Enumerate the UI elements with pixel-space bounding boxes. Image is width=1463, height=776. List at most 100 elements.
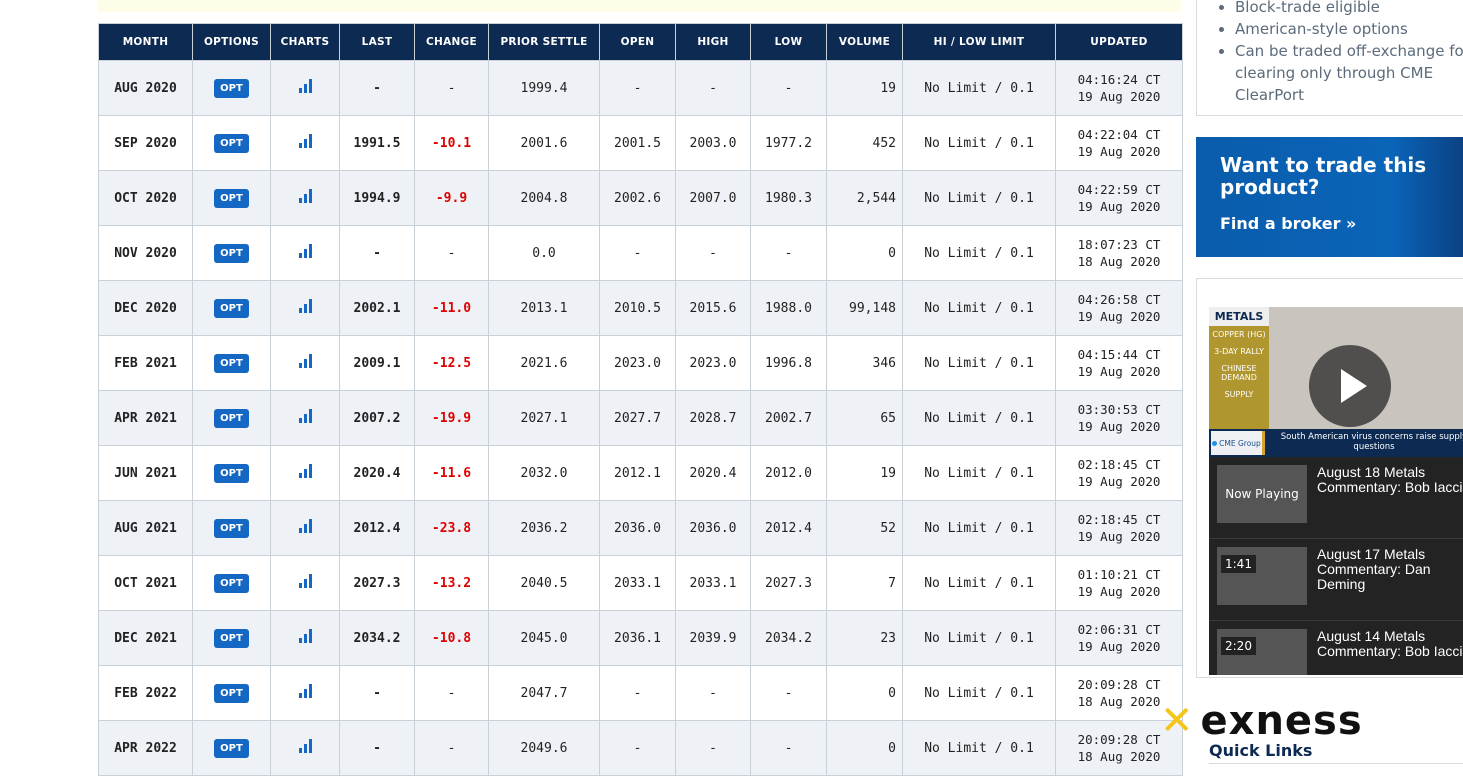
updated-date: 19 Aug 2020 [1077,89,1161,104]
updated-time: 04:16:24 CT [1077,72,1161,87]
options-cell: OPT [192,610,271,666]
volume-cell: 2,544 [826,170,903,226]
low-cell: 1980.3 [750,170,827,226]
column-header: HI / LOW LIMIT [902,23,1056,61]
updated-date: 19 Aug 2020 [1077,474,1161,489]
opt-button[interactable]: OPT [214,408,249,428]
tag-item: COPPER (HG) [1212,330,1266,339]
video-thumbnail[interactable]: 2:20 [1217,629,1307,675]
video-thumbnail[interactable]: 1:41 [1217,547,1307,605]
updated-time: 02:18:45 CT [1077,512,1161,527]
playlist-item[interactable]: 2:20 August 14 Metals Commentary: Bob Iac… [1209,621,1463,675]
opt-button[interactable]: OPT [214,573,249,593]
options-cell: OPT [192,500,271,556]
options-cell: OPT [192,170,271,226]
bar-chart-icon[interactable] [298,464,312,478]
bar-chart-icon[interactable] [298,519,312,533]
charts-cell [270,115,340,171]
table-row: APR 2022 OPT - -2049.6- - -0 No Limit / 0.1 20:… [98,720,1183,776]
bar-chart-icon[interactable] [298,409,312,423]
volume-cell: 346 [826,335,903,391]
updated-date: 19 Aug 2020 [1077,529,1161,544]
change-cell: -9.9 [414,170,489,226]
bar-chart-icon[interactable] [298,134,312,148]
updated-time: 03:30:53 CT [1077,402,1161,417]
charts-cell [270,445,340,501]
column-header: CHANGE [414,23,489,61]
volume-cell: 99,148 [826,280,903,336]
bar-chart-icon[interactable] [298,299,312,313]
volume-cell: 19 [826,445,903,501]
bar-chart-icon[interactable] [298,739,312,753]
high-cell: - [675,225,751,281]
updated-time: 04:15:44 CT [1077,347,1161,362]
change-cell: -10.8 [414,610,489,666]
high-cell: 2036.0 [675,500,751,556]
options-cell: OPT [192,555,271,611]
opt-button[interactable]: OPT [214,518,249,538]
bar-chart-icon[interactable] [298,574,312,588]
updated-time: 02:06:31 CT [1077,622,1161,637]
bar-chart-icon[interactable] [298,79,312,93]
video-thumbnail[interactable]: Now Playing [1217,465,1307,523]
updated-time: 18:07:23 CT [1077,237,1161,252]
open-cell: 2001.5 [599,115,676,171]
column-header: MONTH [98,23,193,61]
opt-button[interactable]: OPT [214,738,249,758]
charts-cell [270,335,340,391]
updated-cell: 04:22:59 CT 19 Aug 2020 [1055,170,1183,226]
opt-button[interactable]: OPT [214,463,249,483]
opt-button[interactable]: OPT [214,243,249,263]
video-player[interactable]: METALS COPPER (HG) 3-DAY RALLY CHINESE DEMA… [1209,307,1463,457]
charts-cell [270,170,340,226]
change-cell: - [414,60,489,116]
opt-button[interactable]: OPT [214,628,249,648]
options-cell: OPT [192,335,271,391]
updated-date: 19 Aug 2020 [1077,364,1161,379]
notice-bar [98,0,1181,12]
month-cell: OCT 2020 [98,170,193,226]
opt-button[interactable]: OPT [214,298,249,318]
bar-chart-icon[interactable] [298,684,312,698]
opt-button[interactable]: OPT [214,133,249,153]
last-cell: 2002.1 [339,280,415,336]
opt-button[interactable]: OPT [214,188,249,208]
find-broker-ad[interactable]: Want to trade this product? Find a broke… [1196,137,1463,257]
charts-cell [270,665,340,721]
prior-settle-cell: 2040.5 [488,555,600,611]
table-row: AUG 2020 OPT - -1999.4- - -19 No Limit / 0.1 04… [98,60,1183,116]
bar-chart-icon[interactable] [298,189,312,203]
table-row: DEC 2021 OPT 2034.2 -10.8 2045.0 2036.1 2039.9… [98,610,1183,666]
options-cell: OPT [192,390,271,446]
limit-cell: No Limit / 0.1 [902,115,1056,171]
bar-chart-icon[interactable] [298,354,312,368]
opt-button[interactable]: OPT [214,683,249,703]
last-cell: - [339,225,415,281]
opt-button[interactable]: OPT [214,78,249,98]
low-cell: 2034.2 [750,610,827,666]
high-cell: 2003.0 [675,115,751,171]
charts-cell [270,60,340,116]
updated-time: 04:22:59 CT [1077,182,1161,197]
options-cell: OPT [192,445,271,501]
limit-cell: No Limit / 0.1 [902,335,1056,391]
month-cell: NOV 2020 [98,225,193,281]
volume-cell: 23 [826,610,903,666]
updated-cell: 04:15:44 CT 19 Aug 2020 [1055,335,1183,391]
limit-cell: No Limit / 0.1 [902,500,1056,556]
feature-item: Block-trade eligible [1235,0,1463,18]
table-row: DEC 2020 OPT 2002.1 -11.0 2013.1 2010.5 2015.6… [98,280,1183,336]
month-cell: DEC 2020 [98,280,193,336]
play-icon[interactable] [1309,345,1391,427]
prior-settle-cell: 1999.4 [488,60,600,116]
playlist-item[interactable]: Now Playing August 18 Metals Commentary: … [1209,457,1463,539]
playlist-item[interactable]: 1:41 August 17 Metals Commentary: Dan Dem… [1209,539,1463,621]
opt-button[interactable]: OPT [214,353,249,373]
find-broker-link[interactable]: Find a broker » [1220,214,1452,233]
open-cell: 2002.6 [599,170,676,226]
low-cell: - [750,60,827,116]
high-cell: - [675,720,751,776]
bar-chart-icon[interactable] [298,244,312,258]
bar-chart-icon[interactable] [298,629,312,643]
video-title: August 14 Metals Commentary: Bob Iaccino [1317,628,1463,659]
